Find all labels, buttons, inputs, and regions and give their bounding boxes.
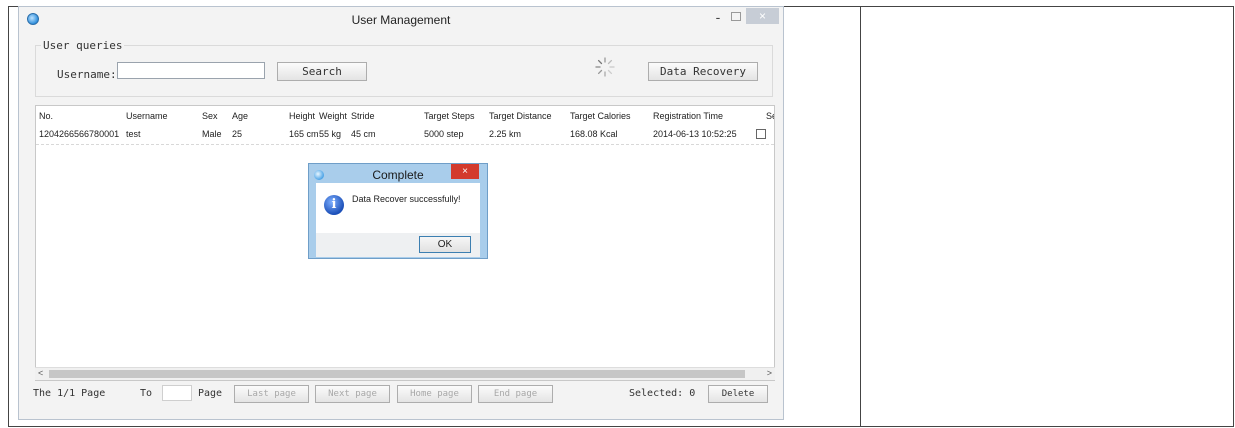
close-button[interactable]: × [746,8,779,24]
page-label: Page [198,388,223,399]
dialog-body: i Data Recover successfully! [316,183,480,233]
minimize-button[interactable]: - [712,9,724,25]
delete-button[interactable]: Delete [708,385,768,403]
header-target-distance[interactable]: Target Distance [489,111,552,121]
dialog-close-button[interactable]: × [451,164,479,179]
cell-target-steps: 5000 step [424,129,464,139]
cell-sex: Male [202,129,222,139]
user-queries-label: User queries [41,39,125,52]
header-sex[interactable]: Sex [202,111,218,121]
header-height[interactable]: Height [289,111,315,121]
cell-target-distance: 2.25 km [489,129,522,139]
selected-count: Selected: 0 [629,388,696,399]
maximize-button[interactable] [731,12,741,21]
cell-height: 165 cm [289,129,319,139]
username-input[interactable] [117,62,265,79]
cell-weight: 55 kg [319,129,342,139]
cell-username: test [126,129,141,139]
last-page-button[interactable]: Last page [234,385,309,403]
row-divider [36,144,774,145]
window-title: User Management [351,13,451,27]
end-page-button[interactable]: End page [478,385,553,403]
dialog-message: Data Recover successfully! [352,194,461,204]
header-stride[interactable]: Stride [351,111,375,121]
to-label: To [140,388,153,399]
row-select-checkbox[interactable] [756,129,766,139]
header-age[interactable]: Age [232,111,248,121]
page-info: The 1/1 Page [33,388,106,399]
horizontal-scrollbar[interactable]: < > [35,367,775,380]
table-header: No. Username Sex Age Height Weight Strid… [36,106,774,126]
scrollbar-thumb[interactable] [49,370,745,378]
table-row[interactable]: 1204266566780001 test Male 25 165 cm 55 … [36,126,774,144]
ok-button[interactable]: OK [419,236,471,253]
header-target-calories[interactable]: Target Calories [570,111,631,121]
info-icon: i [324,195,344,215]
home-page-button[interactable]: Home page [397,385,472,403]
scroll-left-icon[interactable]: < [38,368,43,378]
page-number-input[interactable] [162,385,192,401]
header-weight[interactable]: Weight [319,111,347,121]
cell-age: 25 [232,129,243,139]
next-page-button[interactable]: Next page [315,385,390,403]
complete-dialog: Complete × i Data Recover successfully! … [308,163,488,259]
dialog-footer: OK [316,233,480,257]
cell-target-calories: 168.08 Kcal [570,129,618,139]
data-recovery-button[interactable]: Data Recovery [648,62,758,81]
username-label: Username: [57,68,117,81]
header-target-steps[interactable]: Target Steps [424,111,475,121]
title-bar: User Management - × [19,7,783,33]
header-registration-time[interactable]: Registration Time [653,111,723,121]
header-username[interactable]: Username [126,111,168,121]
search-button[interactable]: Search [277,62,367,81]
scroll-right-icon[interactable]: > [767,368,772,378]
user-management-window: User Management - × User queries Usernam… [18,6,784,420]
cell-no: 1204266566780001 [39,129,120,139]
loading-spinner-icon [595,57,615,77]
cell-registration-time: 2014-06-13 10:52:25 [653,129,737,139]
header-select[interactable]: Sele [766,111,774,121]
header-no[interactable]: No. [39,111,53,121]
cell-stride: 45 cm [351,129,376,139]
frame-divider [860,7,861,426]
